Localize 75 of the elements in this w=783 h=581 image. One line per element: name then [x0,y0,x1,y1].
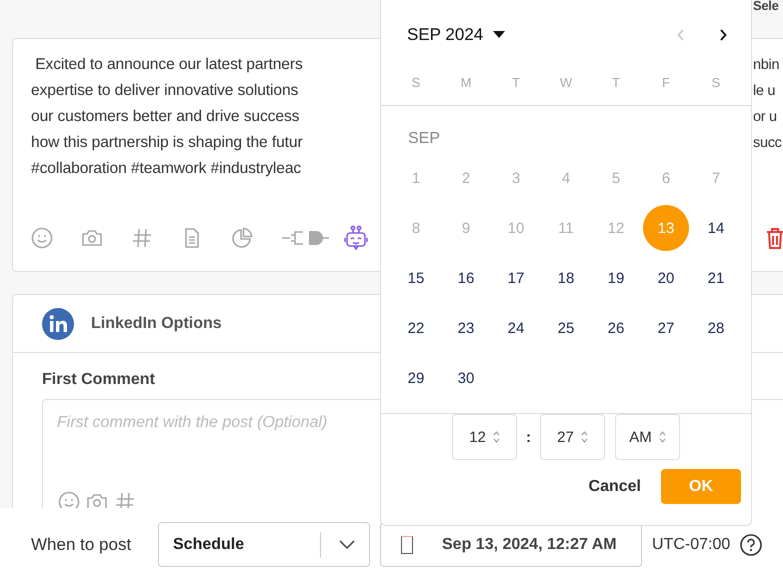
schedule-label: When to post [31,534,132,554]
weekday-label: F [661,74,671,92]
weekday-label: S [710,74,722,92]
post-text-line: nbin [753,56,780,75]
calendar-day[interactable]: 30 [443,355,489,401]
calendar-day: 2 [443,155,489,201]
field-label: First Comment [42,371,155,390]
post-text-line: our customers better and drive success [31,107,300,127]
post-text-line: le u [753,82,776,101]
weekday-label: W [558,74,574,92]
calendar-day[interactable]: 27 [643,305,689,351]
hour-spinner[interactable]: 12 [452,414,517,460]
calendar-day[interactable]: 16 [443,255,489,301]
weekday-label: T [611,74,621,92]
up-down-icon [580,430,588,444]
calendar-day[interactable]: 15 [393,255,439,301]
mode-dropdown[interactable]: Schedule [158,522,370,567]
linkedin-icon [42,308,74,340]
emoji-icon[interactable] [31,227,53,249]
chevron-down-icon [339,540,355,550]
calendar-day: 4 [543,155,589,201]
month-label: SEP [408,129,442,149]
calendar-day[interactable]: 28 [693,305,739,351]
camera-icon[interactable] [86,491,108,508]
calendar-day[interactable]: 23 [443,305,489,351]
section-title: Sele [753,0,779,14]
timezone-label: UTC-07:00 [652,536,730,554]
trash-icon[interactable] [766,227,783,249]
calendar-day[interactable]: 24 [493,305,539,351]
options-title: LinkedIn Options [91,314,222,332]
hashtag-icon[interactable] [114,491,136,508]
calendar-day: 8 [393,205,439,251]
post-text-line: expertise to deliver innovative solutions [31,81,300,101]
calendar-day: 7 [693,155,739,201]
camera-icon[interactable] [81,227,103,249]
date-time-button[interactable]: Sep 13, 2024, 12:27 AM [380,522,642,567]
calendar-day[interactable]: 26 [593,305,639,351]
weekday-label: S [410,74,422,92]
calendar-day[interactable]: 17 [493,255,539,301]
post-text-line: #collaboration #teamwork #industryleac [31,159,302,179]
period-spinner[interactable]: AM [615,414,680,460]
emoji-icon[interactable] [58,491,80,508]
post-text-line: succ [753,134,782,153]
weekday-label: M [460,74,472,92]
calendar-day[interactable]: 21 [693,255,739,301]
calendar-day[interactable]: 14 [693,205,739,251]
post-text-line: or u [753,108,778,127]
time-separator: : [525,428,532,446]
post-text-line: Excited to announce our latest partners [34,55,304,75]
calendar-day: 3 [493,155,539,201]
post-text-line: how this partnership is shaping the futur [31,133,304,153]
calendar-day: 11 [543,205,589,251]
calendar-day: 9 [443,205,489,251]
calendar-day[interactable]: 25 [543,305,589,351]
calendar-day: 12 [593,205,639,251]
calendar-day[interactable]: 18 [543,255,589,301]
calendar-day[interactable]: 22 [393,305,439,351]
chevron-right-icon[interactable] [719,28,727,40]
minute-spinner[interactable]: 27 [540,414,605,460]
calendar-day: 1 [393,155,439,201]
pie-chart-icon[interactable] [231,227,253,249]
help-icon[interactable] [740,534,762,556]
calendar-day: 10 [493,205,539,251]
calendar-day: 5 [593,155,639,201]
cancel-button[interactable]: Cancel [588,478,641,496]
calendar-day[interactable]: 29 [393,355,439,401]
calendar-day[interactable]: 19 [593,255,639,301]
calendar-day[interactable]: 20 [643,255,689,301]
month-year-dropdown[interactable]: SEP 2024 [407,24,506,44]
up-down-icon [658,430,666,444]
up-down-icon [492,430,500,444]
weekday-label: T [511,74,521,92]
calendar-day: 6 [643,155,689,201]
robot-icon[interactable] [343,225,369,251]
hashtag-icon[interactable] [131,227,153,249]
